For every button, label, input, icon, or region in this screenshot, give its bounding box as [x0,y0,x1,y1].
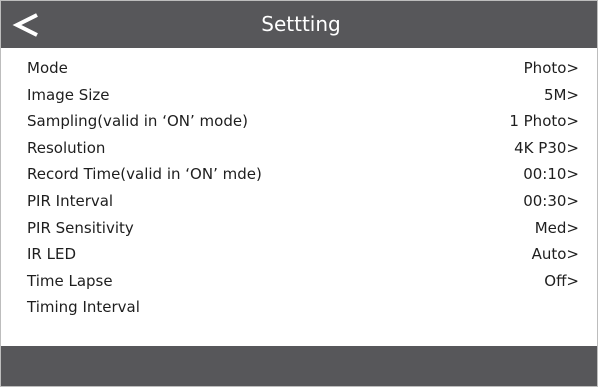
setting-row-image-size[interactable]: Image Size 5M> [1,84,597,111]
setting-row-resolution[interactable]: Resolution 4K P30> [1,137,597,164]
setting-row-pir-sensitivity[interactable]: PIR Sensitivity Med> [1,217,597,244]
setting-value: 00:30> [523,191,579,210]
setting-value: Off> [544,271,579,290]
setting-row-record-time[interactable]: Record Time(valid in ‘ON’ mde) 00:10> [1,163,597,190]
setting-label: IR LED [27,245,76,264]
setting-value: Photo> [523,59,579,77]
setting-row-sampling[interactable]: Sampling(valid in ‘ON’ mode) 1 Photo> [1,110,597,137]
setting-value: 1 Photo> [509,112,579,131]
setting-value: 4K P30> [514,138,579,157]
setting-row-time-lapse[interactable]: Time Lapse Off> [1,270,597,297]
setting-value: Med> [534,218,579,237]
page-title: Settting [261,12,341,36]
setting-label: Resolution [27,138,106,157]
setting-label: Time Lapse [27,271,113,290]
back-button[interactable] [7,7,47,43]
header-bar: Settting [1,1,597,48]
setting-row-ir-led[interactable]: IR LED Auto> [1,243,597,270]
setting-value: Auto> [531,245,579,264]
settings-screen: Settting Mode Photo> Image Size 5M> Samp… [0,0,598,387]
setting-label: PIR Sensitivity [27,218,134,237]
setting-label: Mode [27,59,68,77]
setting-value: 5M> [543,85,579,104]
setting-label: PIR Interval [27,191,114,210]
setting-label: Image Size [27,85,110,104]
setting-label: Record Time(valid in ‘ON’ mde) [27,165,262,184]
setting-value: 00:10> [523,165,579,184]
setting-label: Timing Interval [27,298,140,317]
setting-row-timing-interval[interactable]: Timing Interval [1,296,597,323]
setting-label: Sampling(valid in ‘ON’ mode) [27,112,248,131]
settings-list: Mode Photo> Image Size 5M> Sampling(vali… [1,57,597,323]
chevron-left-icon [7,7,47,43]
setting-row-mode[interactable]: Mode Photo> [1,57,597,84]
footer-bar [1,346,597,386]
setting-row-pir-interval[interactable]: PIR Interval 00:30> [1,190,597,217]
